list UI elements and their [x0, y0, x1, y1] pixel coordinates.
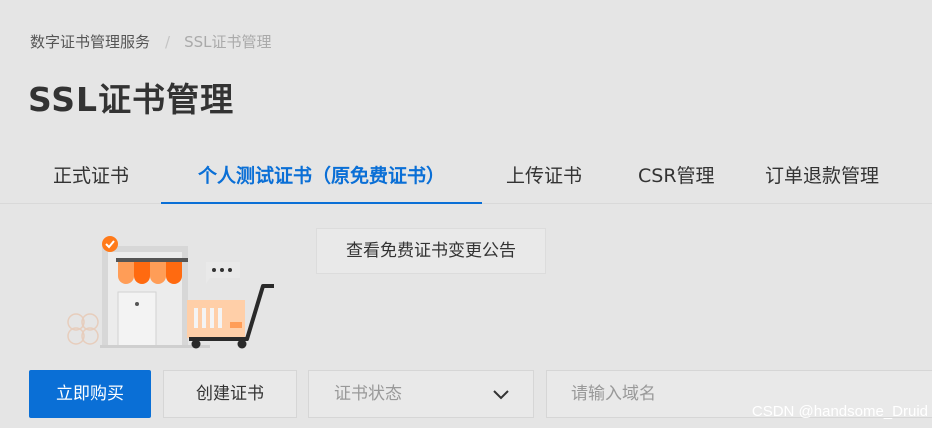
- tab-official-certificates[interactable]: 正式证书: [53, 152, 129, 203]
- decorative-circles: [67, 313, 99, 345]
- free-certificate-notice-button[interactable]: 查看免费证书变更公告: [316, 228, 546, 274]
- tab-upload-certificate[interactable]: 上传证书: [506, 152, 582, 203]
- breadcrumb: 数字证书管理服务 / SSL证书管理: [30, 31, 271, 53]
- breadcrumb-root-link[interactable]: 数字证书管理服务: [30, 31, 150, 53]
- shopping-cart-icon: [187, 284, 274, 349]
- breadcrumb-separator: /: [165, 33, 171, 51]
- tab-personal-test-certificates[interactable]: 个人测试证书（原免费证书）: [161, 152, 482, 204]
- store-building: [102, 246, 188, 347]
- tab-csr-management[interactable]: CSR管理: [638, 152, 715, 203]
- check-badge-icon: [102, 236, 118, 252]
- certificate-status-placeholder: 证书状态: [334, 384, 402, 404]
- create-certificate-button[interactable]: 创建证书: [163, 370, 297, 418]
- tab-bar: 正式证书 个人测试证书（原免费证书） 上传证书 CSR管理 订单退款管理: [0, 152, 932, 204]
- breadcrumb-current: SSL证书管理: [184, 33, 272, 51]
- buy-now-button[interactable]: 立即购买: [29, 370, 151, 418]
- speech-dots-icon: [206, 262, 240, 284]
- domain-search-input[interactable]: [546, 370, 932, 418]
- page-title: SSL证书管理: [28, 80, 235, 119]
- certificate-status-select[interactable]: 证书状态: [308, 370, 534, 418]
- store-and-shopping-cart-illustration: [67, 236, 274, 349]
- tab-order-refund-management[interactable]: 订单退款管理: [765, 152, 879, 203]
- chevron-down-icon: [493, 390, 509, 400]
